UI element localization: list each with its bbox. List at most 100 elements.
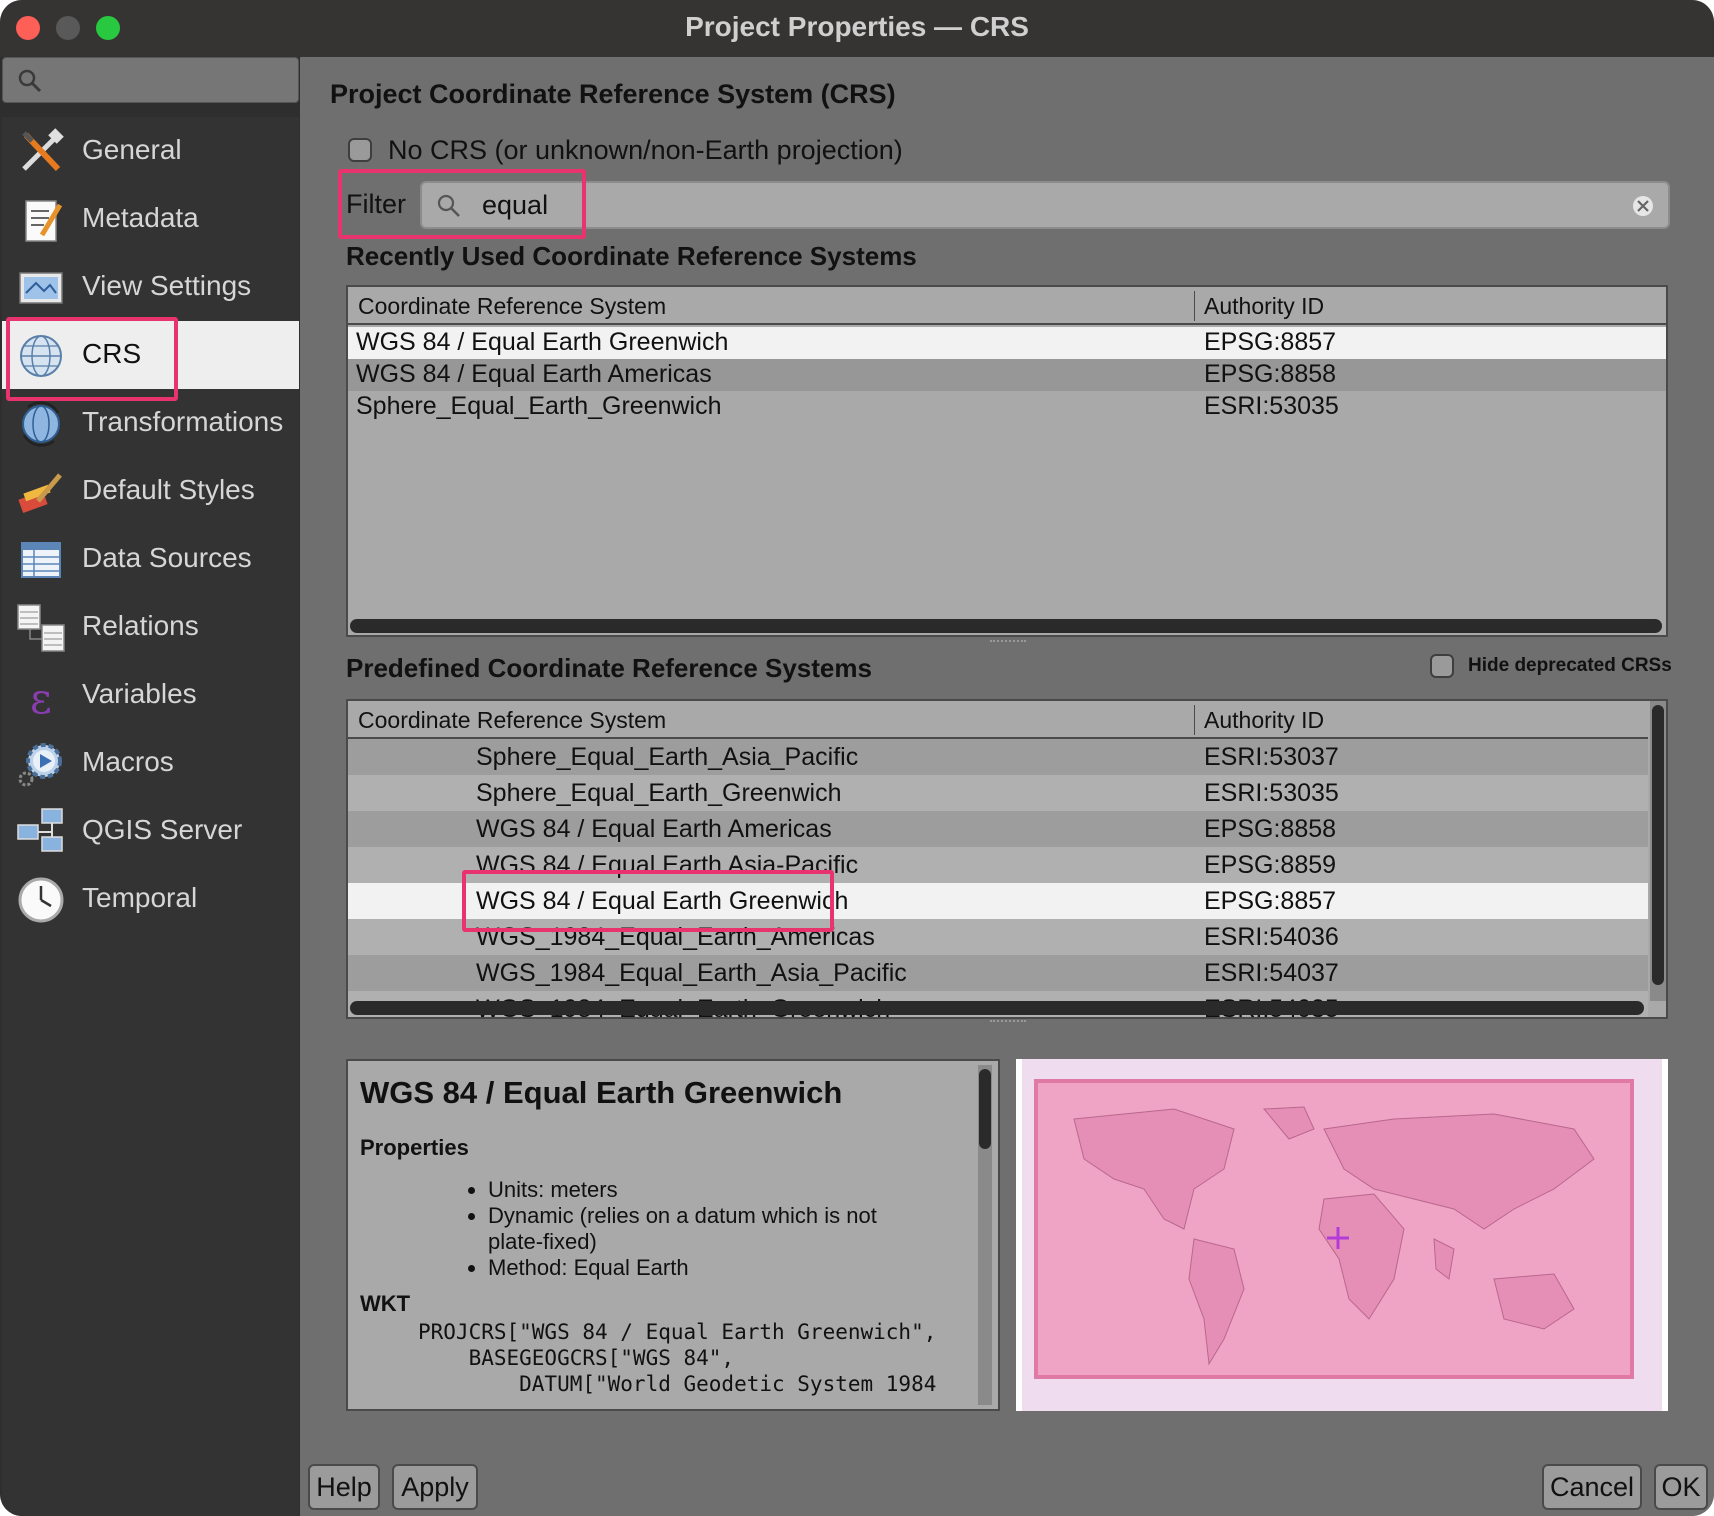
wkt-text: PROJCRS["WGS 84 / Equal Earth Greenwich"…: [418, 1319, 936, 1397]
splitter-handle[interactable]: [990, 640, 1026, 644]
table-row[interactable]: WGS 84 / Equal Earth Americas EPSG:8858: [348, 359, 1666, 391]
sidebar-item-data-sources[interactable]: Data Sources: [2, 525, 299, 593]
table-row[interactable]: Sphere_Equal_Earth_Greenwich ESRI:53035: [348, 391, 1666, 423]
authority-id: ESRI:54037: [1204, 959, 1339, 987]
column-header-authority[interactable]: Authority ID: [1204, 707, 1324, 734]
section-title: Project Coordinate Reference System (CRS…: [330, 79, 896, 109]
crs-info-title: WGS 84 / Equal Earth Greenwich: [360, 1075, 843, 1110]
sidebar-item-label: Transformations: [82, 406, 284, 437]
sidebar-item-temporal[interactable]: Temporal: [2, 865, 299, 933]
table-row[interactable]: Sphere_Equal_Earth_Greenwich ESRI:53035: [348, 775, 1648, 811]
clock-icon: [18, 877, 64, 923]
authority-id: ESRI:54036: [1204, 923, 1339, 951]
sidebar-item-label: Relations: [82, 610, 199, 641]
epsilon-icon: ε: [30, 674, 52, 721]
metadata-icon: [25, 200, 63, 242]
sidebar-item-label: QGIS Server: [82, 814, 243, 845]
authority-id: EPSG:8858: [1204, 815, 1337, 843]
selected-crs-highlight-box: [462, 870, 834, 932]
relations-icon: [17, 604, 65, 652]
search-icon: [18, 69, 42, 93]
sidebar-item-general[interactable]: General: [2, 117, 299, 185]
crs-name: WGS 84 / Equal Earth Americas: [356, 360, 712, 388]
table-row[interactable]: Sphere_Equal_Earth_Asia_Pacific ESRI:530…: [348, 739, 1648, 775]
help-button[interactable]: Help: [308, 1464, 380, 1510]
table-icon: [21, 542, 61, 578]
predefined-title: Predefined Coordinate Reference Systems: [346, 653, 872, 683]
crs-info-panel: WGS 84 / Equal Earth Greenwich Propertie…: [346, 1059, 1000, 1411]
sidebar-item-label: Data Sources: [82, 542, 252, 573]
crs-name: WGS 84 / Equal Earth Americas: [476, 815, 832, 843]
sidebar-item-qgis-server[interactable]: QGIS Server: [2, 797, 299, 865]
authority-id: EPSG:8858: [1204, 360, 1337, 388]
crs-highlight-box: [6, 317, 178, 401]
properties-list: Units: meters Dynamic (relies on a datum…: [488, 1177, 928, 1281]
svg-text:ε: ε: [30, 674, 52, 721]
authority-id: EPSG:8857: [1204, 328, 1337, 356]
horizontal-scrollbar[interactable]: [350, 619, 1662, 633]
column-header-crs[interactable]: Coordinate Reference System: [358, 707, 666, 734]
paintbrush-icon: [18, 473, 62, 514]
wkt-line: PROJCRS["WGS 84 / Equal Earth Greenwich"…: [418, 1320, 937, 1344]
crs-extent-map[interactable]: [1016, 1059, 1668, 1411]
info-scrollbar[interactable]: [978, 1065, 992, 1405]
hide-deprecated-label: Hide deprecated CRSs: [1468, 655, 1672, 676]
vertical-scrollbar[interactable]: [1650, 701, 1666, 1001]
info-scrollbar-thumb[interactable]: [979, 1069, 991, 1149]
tools-icon: [22, 128, 64, 172]
authority-id: ESRI:53035: [1204, 779, 1339, 807]
no-crs-checkbox[interactable]: [348, 138, 372, 162]
hide-deprecated-checkbox[interactable]: [1430, 654, 1454, 678]
cancel-button[interactable]: Cancel: [1542, 1464, 1642, 1510]
sidebar-item-metadata[interactable]: Metadata: [2, 185, 299, 253]
sidebar-item-label: Variables: [82, 678, 197, 709]
clear-filter-icon[interactable]: [1632, 195, 1654, 217]
sidebar-item-label: Metadata: [82, 202, 199, 233]
horizontal-scrollbar[interactable]: [350, 1001, 1644, 1015]
sidebar-item-variables[interactable]: ε Variables: [2, 661, 299, 729]
sidebar-search-input[interactable]: [2, 57, 299, 103]
column-header-crs[interactable]: Coordinate Reference System: [358, 293, 666, 320]
sidebar-item-view-settings[interactable]: View Settings: [2, 253, 299, 321]
authority-id: EPSG:8859: [1204, 851, 1337, 879]
title-bar: Project Properties — CRS: [0, 0, 1714, 57]
server-icon: [17, 808, 63, 852]
view-settings-icon: [19, 272, 63, 304]
sidebar-item-label: Temporal: [82, 882, 198, 913]
recent-title: Recently Used Coordinate Reference Syste…: [346, 241, 917, 271]
properties-heading: Properties: [360, 1135, 469, 1160]
property-item: Dynamic (relies on a datum which is not …: [488, 1203, 928, 1255]
crs-name: WGS 84 / Equal Earth Greenwich: [356, 328, 729, 356]
vertical-scrollbar-thumb[interactable]: [1652, 705, 1664, 985]
filter-highlight-box: [338, 169, 586, 239]
ok-button[interactable]: OK: [1654, 1464, 1708, 1510]
authority-id: EPSG:8857: [1204, 887, 1337, 915]
property-item: Units: meters: [488, 1177, 928, 1203]
authority-id: ESRI:53037: [1204, 743, 1339, 771]
property-item: Method: Equal Earth: [488, 1255, 928, 1281]
transformations-icon: [22, 401, 60, 447]
sidebar-item-label: View Settings: [82, 270, 252, 301]
sidebar-item-default-styles[interactable]: Default Styles: [2, 457, 299, 525]
crs-name: WGS_1984_Equal_Earth_Asia_Pacific: [476, 959, 907, 987]
authority-id: ESRI:53035: [1204, 392, 1339, 420]
predefined-table-header: Coordinate Reference System Authority ID: [348, 701, 1648, 739]
sidebar-item-macros[interactable]: Macros: [2, 729, 299, 797]
table-row[interactable]: WGS 84 / Equal Earth Americas EPSG:8858: [348, 811, 1648, 847]
project-properties-window: Project Properties — CRS General Metadat…: [0, 0, 1714, 1516]
column-header-authority[interactable]: Authority ID: [1204, 293, 1324, 320]
sidebar-item-relations[interactable]: Relations: [2, 593, 299, 661]
filter-input[interactable]: equal: [420, 181, 1670, 229]
table-row[interactable]: WGS_1984_Equal_Earth_Asia_Pacific ESRI:5…: [348, 955, 1648, 991]
sidebar-item-label: Default Styles: [82, 474, 255, 505]
table-row[interactable]: WGS 84 / Equal Earth Greenwich EPSG:8857: [348, 327, 1666, 359]
wkt-heading: WKT: [360, 1291, 411, 1316]
splitter-handle[interactable]: [990, 1020, 1026, 1024]
predefined-crs-table: Coordinate Reference System Authority ID…: [346, 699, 1668, 1019]
sidebar-item-label: General: [82, 134, 182, 165]
apply-button[interactable]: Apply: [392, 1464, 478, 1510]
recent-table-header: Coordinate Reference System Authority ID: [348, 287, 1666, 325]
wkt-line: BASEGEOGCRS["WGS 84",: [418, 1346, 735, 1370]
wkt-line: DATUM["World Geodetic System 1984: [418, 1372, 937, 1396]
crs-name: Sphere_Equal_Earth_Greenwich: [476, 779, 842, 807]
